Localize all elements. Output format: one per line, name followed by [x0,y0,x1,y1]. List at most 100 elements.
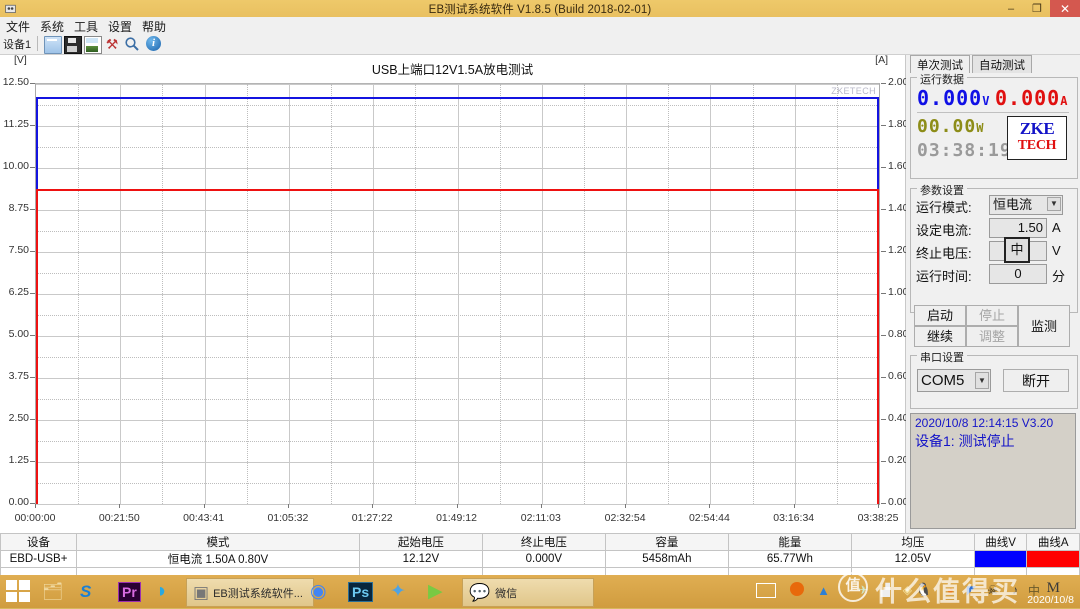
col-avg-voltage[interactable]: 均压 [850,533,975,551]
close-button[interactable]: ✕ [1050,0,1080,17]
mode-select[interactable]: 恒电流 ▼ [989,195,1063,215]
run-time-unit: 分 [1052,269,1066,284]
signal-icon[interactable]: ▲ [817,583,830,598]
x-tick-mark [540,504,542,508]
taskbar-button-wechat[interactable]: 💬 微信 [462,578,594,607]
cell-energy: 65.77Wh [727,550,852,568]
running-data-group: 运行数据 0.000V 0.000A 00.00W 03:38:19 ZKE T… [910,71,1078,179]
flame-icon[interactable]: ◕ [947,583,954,597]
log-box[interactable]: 2020/10/8 12:14:15 V3.20 设备1: 测试停止 [910,413,1076,529]
y-tick-mark [30,209,35,210]
gridline-v [541,84,543,504]
table-row[interactable]: EBD-USB+ 恒电流 1.50A 0.80V 12.12V 0.000V 5… [0,550,1080,568]
clock-icon[interactable] [790,582,804,596]
windows-logo-icon[interactable] [6,580,32,604]
photoshop-icon[interactable]: Ps [348,578,374,605]
tools-icon[interactable]: ⚒ [104,36,120,52]
y-tick-label: 1.25 [8,454,29,466]
y-tick-label: 10.00 [2,160,29,172]
x-tick-mark [35,504,36,508]
chrome-icon[interactable]: ◉ [310,578,327,605]
y-tick-label: 8.75 [8,202,29,214]
zoom-icon[interactable] [124,36,140,52]
qq-icon[interactable]: 🐧 [916,582,932,598]
series-line-v [36,96,879,99]
x-tick-label: 01:49:12 [436,512,477,524]
y-tick-mark [30,335,35,336]
x-tick-mark [287,504,289,508]
y-tick-mark [30,293,35,294]
file-explorer-icon[interactable]: 🗂 [42,578,64,605]
taskbar-date[interactable]: 2020/10/8 [1027,594,1074,606]
col-curve-a[interactable]: 曲线A [1026,533,1080,551]
log-line-message: 设备1: 测试停止 [915,433,1015,449]
logo-zke: ZKE [1019,119,1055,138]
save-icon[interactable] [64,36,82,54]
cell-curve-v-swatch[interactable] [973,550,1028,568]
test-mode-tabs: 单次测试 自动测试 [910,55,1034,73]
col-capacity[interactable]: 容量 [604,533,729,551]
keyboard-icon[interactable] [756,583,776,598]
y2-tick-mark [881,125,886,126]
y2-tick-mark [881,293,886,294]
shield-icon[interactable]: ◈ [903,583,912,597]
x-tick-mark [203,504,205,508]
sail-icon[interactable]: ◤ [967,583,976,597]
premiere-icon[interactable]: Pr [118,578,141,605]
serial-port-select[interactable]: COM5 ▼ [917,369,991,392]
mode-value: 恒电流 [993,197,1033,212]
run-time-label: 运行时间: [916,269,972,284]
col-curve-v[interactable]: 曲线V [973,533,1028,551]
potplayer-icon[interactable]: ▶ [428,578,443,605]
taskbar-button-eb-software[interactable]: ▣ EB测试系统软件... [186,578,314,607]
gridline-v-minor [162,84,164,504]
y2-tick-mark [881,419,886,420]
col-end-voltage[interactable]: 终止电压 [481,533,606,551]
minimize-button[interactable]: – [998,0,1024,17]
control-button-group: 启动 停止 继续 调整 监测 [910,301,1076,353]
cell-avg-voltage: 12.05V [850,550,975,568]
col-start-voltage[interactable]: 起始电压 [358,533,483,551]
monitor-button[interactable]: 监测 [1018,305,1070,347]
foxmail-icon[interactable]: ✦ [390,578,406,605]
device-tab-label[interactable]: 设备1 [3,36,31,52]
cutoff-voltage-unit: V [1052,243,1061,258]
cell-curve-a-swatch[interactable] [1026,550,1080,568]
gridline-v [710,84,712,504]
run-time-input[interactable]: 0 [989,264,1047,284]
start-button[interactable]: 启动 [914,305,966,326]
plot-area[interactable]: ZKETECH [35,83,880,505]
table-header-row: 设备 模式 起始电压 终止电压 容量 能量 均压 曲线V 曲线A [0,533,1080,551]
col-device[interactable]: 设备 [0,533,78,551]
tab-auto-test[interactable]: 自动测试 [972,55,1032,73]
col-energy[interactable]: 能量 [727,533,852,551]
volume-mute-icon[interactable]: ♪ [1012,583,1018,597]
y-tick-mark [30,251,35,252]
power-readout: 00.00W [917,116,985,137]
continue-button[interactable]: 继续 [914,326,966,347]
sogou-icon[interactable]: S [80,578,91,605]
quark-icon[interactable]: ◗ [156,578,168,605]
set-current-input[interactable]: 1.50 [989,218,1047,238]
y-tick-label: 12.50 [2,76,29,88]
watermark-mark: 值 [838,572,868,602]
info-icon[interactable]: i [146,36,161,51]
chart-icon[interactable]: ▟ [881,583,890,597]
x-tick-mark [456,504,458,508]
x-tick-label: 01:05:32 [267,512,309,524]
chevron-down-icon[interactable]: ▼ [975,372,989,389]
x-tick-mark [709,504,711,508]
y2-tick-mark [881,167,886,168]
maximize-button[interactable]: ❐ [1024,0,1050,17]
x-tick-mark [372,504,374,508]
chevron-down-icon[interactable]: ▼ [1047,197,1061,211]
disconnect-button[interactable]: 断开 [1003,369,1069,392]
y2-tick-mark [881,377,886,378]
col-mode[interactable]: 模式 [76,533,360,551]
image-export-icon[interactable] [84,36,102,54]
series-edge-a [36,189,38,504]
open-file-icon[interactable] [44,36,62,54]
gridline-v [457,84,459,504]
y2-tick-mark [881,209,886,210]
pirate-icon[interactable]: ☠ [987,583,998,597]
